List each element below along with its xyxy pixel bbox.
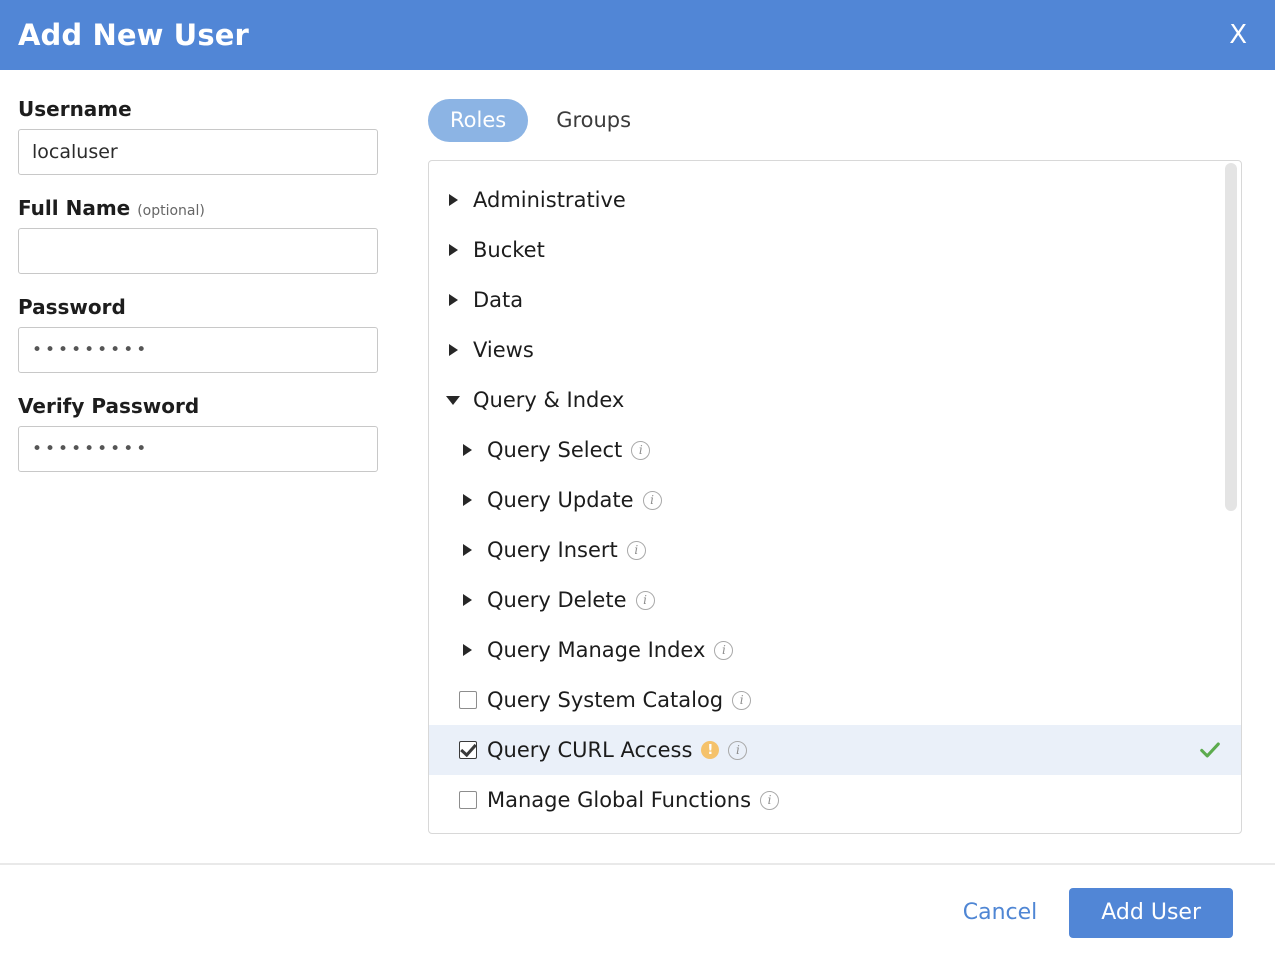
info-icon[interactable]: i	[631, 441, 650, 460]
role-label: Query Update	[487, 490, 634, 511]
role-label: Manage Global Functions	[487, 790, 751, 811]
chevron-right-icon[interactable]	[459, 491, 477, 509]
tab-bar: RolesGroups	[428, 96, 1242, 144]
role-label: Query System Catalog	[487, 690, 723, 711]
role-label: Data	[473, 290, 523, 311]
roles-scrollbar-thumb[interactable]	[1225, 163, 1237, 511]
role-row[interactable]: Query Manage Index i	[429, 625, 1242, 675]
info-icon[interactable]: i	[636, 591, 655, 610]
role-label: Query Manage Index	[487, 640, 705, 661]
page-title: Add New User	[18, 21, 249, 50]
role-row[interactable]: Bucket	[429, 225, 1242, 275]
role-label: Administrative	[473, 190, 626, 211]
chevron-right-icon[interactable]	[459, 541, 477, 559]
username-label: Username	[18, 98, 378, 120]
verify-password-label: Verify Password	[18, 395, 378, 417]
add-new-user-dialog: Add New User X Username Full Name (optio…	[0, 0, 1275, 960]
info-icon[interactable]: i	[643, 491, 662, 510]
role-row[interactable]: Query CURL Access! i	[429, 725, 1242, 775]
chevron-right-icon[interactable]	[445, 241, 463, 259]
info-icon[interactable]: i	[728, 741, 747, 760]
role-label: Query Insert	[487, 540, 618, 561]
role-label: Query CURL Access	[487, 740, 692, 761]
role-label: Bucket	[473, 240, 545, 261]
role-row[interactable]: Query Delete i	[429, 575, 1242, 625]
add-user-button[interactable]: Add User	[1069, 888, 1233, 938]
check-icon	[1199, 739, 1221, 761]
role-row[interactable]: Views	[429, 325, 1242, 375]
role-row[interactable]: Query Select i	[429, 425, 1242, 475]
roles-section: RolesGroups Administrative Bucket Data View…	[428, 96, 1242, 834]
role-label: Query Select	[487, 440, 622, 461]
password-label: Password	[18, 296, 378, 318]
info-icon[interactable]: i	[760, 791, 779, 810]
close-icon[interactable]: X	[1223, 20, 1253, 50]
role-row[interactable]: Query Insert i	[429, 525, 1242, 575]
fullname-input[interactable]	[18, 228, 378, 274]
chevron-right-icon[interactable]	[445, 291, 463, 309]
role-label: Query Delete	[487, 590, 627, 611]
role-row[interactable]: Data	[429, 275, 1242, 325]
dialog-body: Username Full Name (optional) Password V…	[0, 70, 1275, 863]
role-label: Query & Index	[473, 390, 624, 411]
chevron-right-icon[interactable]	[459, 441, 477, 459]
role-row[interactable]: Query System Catalog i	[429, 675, 1242, 725]
fullname-label: Full Name (optional)	[18, 197, 378, 219]
verify-password-field-group: Verify Password	[18, 395, 378, 472]
chevron-down-icon[interactable]	[445, 391, 463, 409]
warning-icon[interactable]: !	[701, 741, 719, 759]
chevron-right-icon[interactable]	[459, 591, 477, 609]
info-icon[interactable]: i	[714, 641, 733, 660]
chevron-right-icon[interactable]	[459, 641, 477, 659]
verify-password-input[interactable]	[18, 426, 378, 472]
role-row[interactable]: Manage Global Functions i	[429, 775, 1242, 825]
role-checkbox[interactable]	[459, 791, 477, 809]
username-field-group: Username	[18, 98, 378, 175]
chevron-right-icon[interactable]	[445, 191, 463, 209]
role-row[interactable]: Query & Index	[429, 375, 1242, 425]
password-input[interactable]	[18, 327, 378, 373]
cancel-button[interactable]: Cancel	[959, 894, 1042, 931]
role-row[interactable]: Query Update i	[429, 475, 1242, 525]
user-form: Username Full Name (optional) Password V…	[18, 98, 378, 472]
role-row[interactable]: Administrative	[429, 175, 1242, 225]
fullname-label-text: Full Name	[18, 196, 130, 220]
info-icon[interactable]: i	[627, 541, 646, 560]
fullname-optional-note: (optional)	[137, 203, 205, 219]
fullname-field-group: Full Name (optional)	[18, 197, 378, 274]
username-input[interactable]	[18, 129, 378, 175]
dialog-header: Add New User X	[0, 0, 1275, 70]
dialog-footer: Cancel Add User	[0, 865, 1275, 960]
roles-panel: Administrative Bucket Data Views Query & Ind…	[428, 160, 1242, 834]
chevron-right-icon[interactable]	[445, 341, 463, 359]
password-field-group: Password	[18, 296, 378, 373]
roles-tree: Administrative Bucket Data Views Query & Ind…	[429, 161, 1242, 825]
roles-scrollbar[interactable]	[1225, 163, 1237, 833]
info-icon[interactable]: i	[732, 691, 751, 710]
role-checkbox[interactable]	[459, 741, 477, 759]
role-checkbox[interactable]	[459, 691, 477, 709]
tab-groups[interactable]: Groups	[534, 99, 653, 142]
tab-roles[interactable]: Roles	[428, 99, 528, 142]
role-label: Views	[473, 340, 534, 361]
